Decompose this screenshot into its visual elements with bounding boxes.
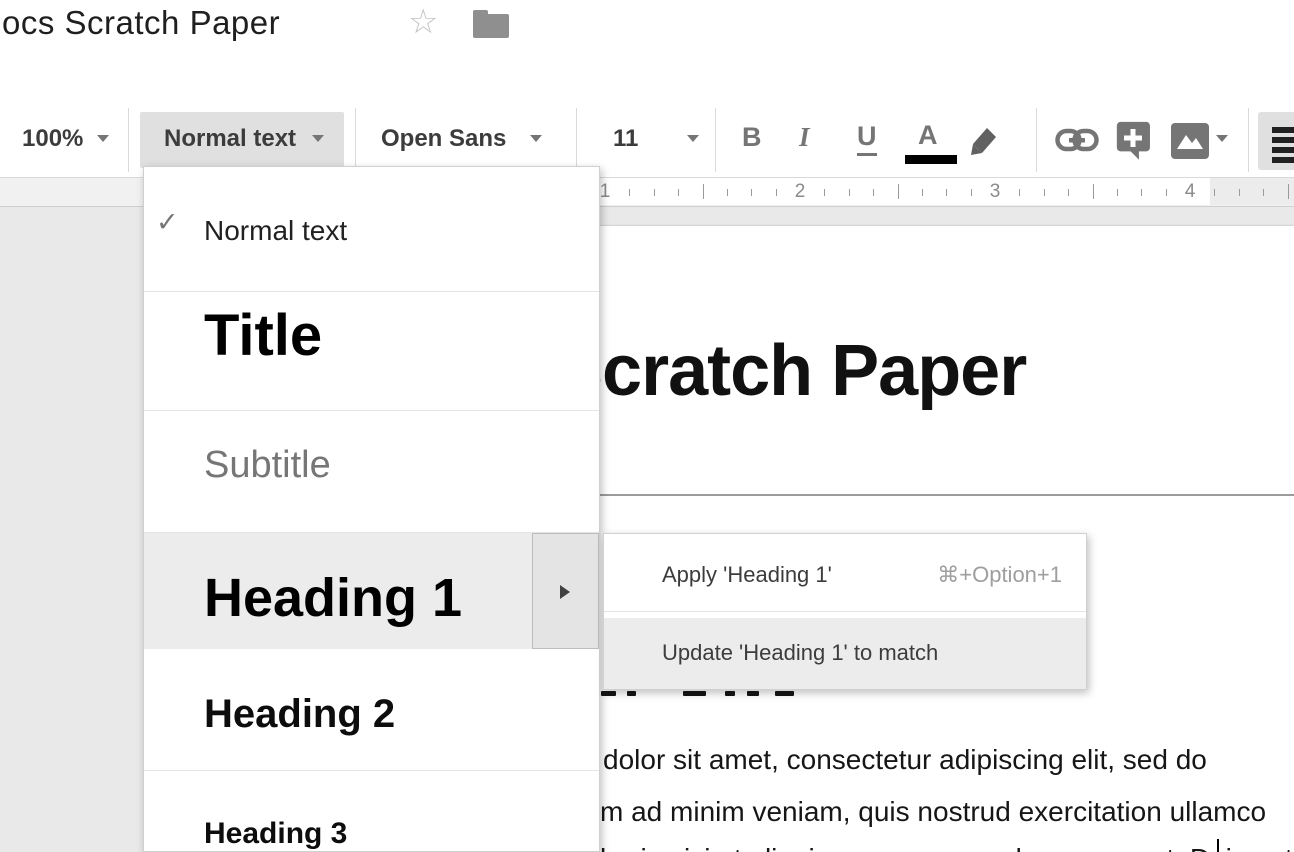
- link-icon[interactable]: [1055, 127, 1099, 153]
- obscured-heading-fragment: [747, 691, 759, 696]
- ruler-page-area: [600, 178, 1210, 205]
- ruler-half-inch-tick: [1093, 184, 1094, 199]
- obscured-heading-fragment: [627, 691, 636, 696]
- ruler-minor-tick: [1117, 189, 1118, 196]
- ruler-minor-tick: [922, 189, 923, 196]
- ruler-minor-tick: [1166, 189, 1167, 196]
- document-name[interactable]: ocs Scratch Paper: [2, 4, 280, 42]
- google-docs-window: Scratch Paper dolor sit amet, consectetu…: [0, 0, 1294, 852]
- ruler-minor-tick: [751, 189, 752, 196]
- menu-item-title[interactable]: Title: [204, 302, 322, 369]
- ruler-number: 1: [600, 181, 611, 203]
- submenu-arrow-icon: [560, 585, 570, 599]
- text-color-button[interactable]: A: [918, 120, 938, 151]
- apply-heading1-item[interactable]: Apply 'Heading 1': [662, 562, 832, 588]
- image-icon[interactable]: [1170, 122, 1210, 160]
- document-body-line[interactable]: m ad minim veniam, quis nostrud exercita…: [600, 796, 1266, 828]
- obscured-heading-fragment: [601, 691, 616, 696]
- menu-item-normal-text[interactable]: Normal text: [204, 215, 347, 247]
- ruler-minor-tick: [1141, 189, 1142, 196]
- ruler-margin-area: [1210, 178, 1294, 205]
- ruler-minor-tick: [678, 189, 679, 196]
- heading1-submenu-button[interactable]: [532, 533, 599, 649]
- ruler-minor-tick: [849, 189, 850, 196]
- ruler-half-inch-tick: [898, 184, 899, 199]
- highlighter-icon[interactable]: [963, 122, 1003, 160]
- text-cursor: [1217, 839, 1219, 852]
- ruler-minor-tick: [1239, 189, 1240, 196]
- underline-button[interactable]: U: [857, 121, 877, 156]
- italic-button[interactable]: I: [799, 122, 810, 153]
- ruler-minor-tick: [654, 189, 655, 196]
- ruler-minor-tick: [727, 189, 728, 196]
- align-icon: [1272, 127, 1294, 133]
- heading1-submenu: Apply 'Heading 1' ⌘+Option+1 Update 'Hea…: [603, 533, 1087, 690]
- menu-bar: View Insert Format Tools Add-ons Help Al…: [0, 45, 1294, 103]
- ruler-minor-tick: [971, 189, 972, 196]
- ruler-half-inch-tick: [703, 184, 704, 199]
- chevron-down-icon[interactable]: [97, 135, 109, 142]
- text-color-swatch: [905, 155, 957, 164]
- menu-item-heading3[interactable]: Heading 3: [204, 817, 347, 851]
- ruler-minor-tick: [946, 189, 947, 196]
- update-heading1-item[interactable]: Update 'Heading 1' to match: [662, 640, 938, 666]
- bold-button[interactable]: B: [742, 122, 762, 153]
- document-body-line[interactable]: boris nisi ut aliquip ex ea commodo cons…: [600, 843, 1294, 852]
- chevron-down-icon[interactable]: [530, 135, 542, 142]
- ruler-minor-tick: [824, 189, 825, 196]
- ruler-minor-tick: [776, 189, 777, 196]
- font-size-select[interactable]: 11: [613, 125, 638, 153]
- font-select[interactable]: Open Sans: [381, 125, 506, 153]
- ruler-number: 2: [795, 181, 806, 203]
- styles-menu: ✓ Normal text Title Subtitle Heading 1 H…: [143, 166, 600, 852]
- obscured-heading-fragment: [725, 691, 735, 696]
- ruler-minor-tick: [1263, 189, 1264, 196]
- obscured-heading-fragment: [775, 691, 794, 696]
- styles-select-label: Normal text: [164, 125, 296, 153]
- chevron-down-icon: [312, 135, 324, 142]
- menu-item-heading2[interactable]: Heading 2: [204, 692, 395, 737]
- zoom-select[interactable]: 100%: [22, 125, 83, 153]
- chevron-down-icon[interactable]: [687, 135, 699, 142]
- ruler-minor-tick: [1214, 189, 1215, 196]
- ruler-half-inch-tick: [1288, 184, 1289, 199]
- ruler-minor-tick: [629, 189, 630, 196]
- menu-item-heading1[interactable]: Heading 1: [204, 567, 462, 629]
- menu-item-subtitle[interactable]: Subtitle: [204, 444, 331, 487]
- folder-icon[interactable]: [473, 14, 509, 38]
- ruler-minor-tick: [1068, 189, 1069, 196]
- obscured-heading-fragment: [683, 691, 706, 696]
- comment-icon[interactable]: [1115, 121, 1155, 163]
- ruler-minor-tick: [1019, 189, 1020, 196]
- apply-heading1-shortcut: ⌘+Option+1: [937, 562, 1062, 588]
- ruler-number: 3: [990, 181, 1001, 203]
- ruler-number: 4: [1185, 181, 1196, 203]
- document-body-line[interactable]: dolor sit amet, consectetur adipiscing e…: [603, 744, 1207, 776]
- title-bar: ocs Scratch Paper ☆: [0, 0, 1294, 45]
- styles-select[interactable]: Normal text: [140, 112, 344, 168]
- check-icon: ✓: [156, 207, 179, 238]
- align-button[interactable]: [1258, 112, 1294, 170]
- star-icon[interactable]: ☆: [408, 3, 438, 41]
- ruler-minor-tick: [1044, 189, 1045, 196]
- chevron-down-icon[interactable]: [1216, 135, 1228, 142]
- document-title-text[interactable]: Scratch Paper: [555, 330, 1026, 412]
- ruler-minor-tick: [873, 189, 874, 196]
